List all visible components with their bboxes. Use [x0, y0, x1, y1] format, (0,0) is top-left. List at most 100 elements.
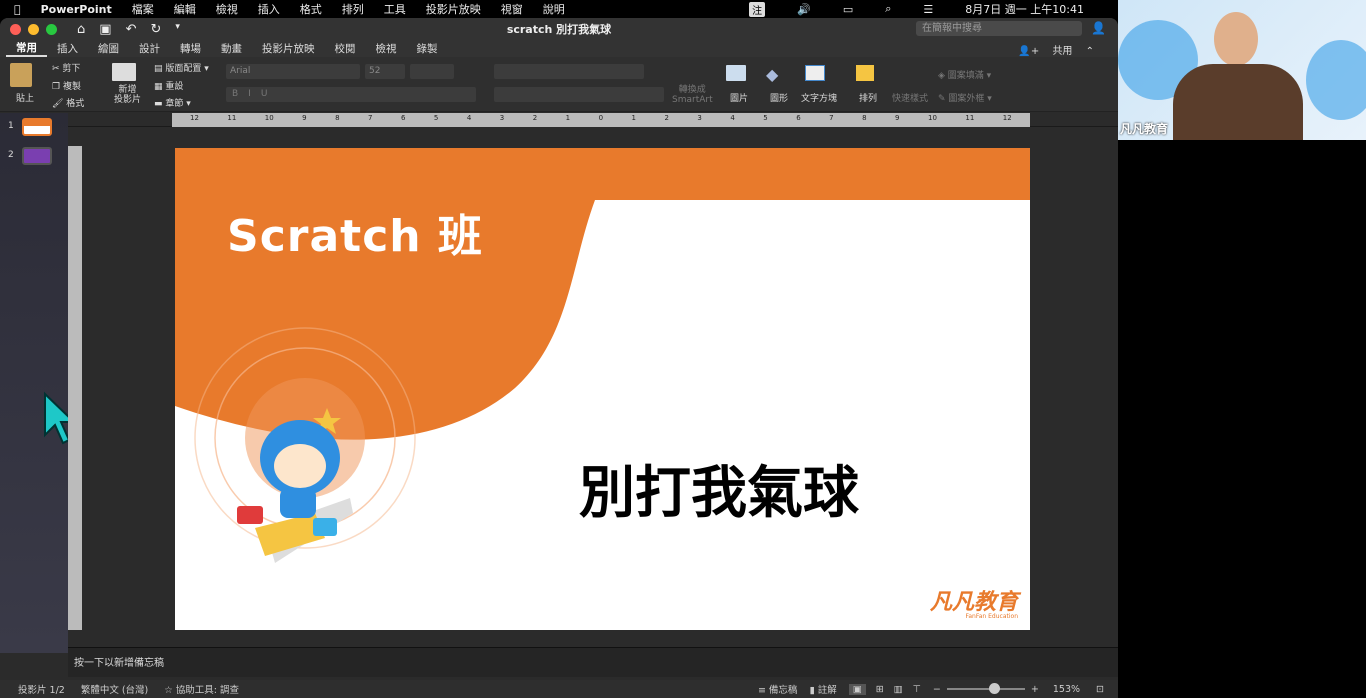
notes-button[interactable]: ≡ 備忘稿	[758, 682, 798, 696]
zoom-slider-knob[interactable]	[988, 683, 1000, 694]
vertical-ruler[interactable]	[68, 146, 82, 630]
slide-thumbnail-2[interactable]	[22, 147, 52, 165]
section-button[interactable]: ▬ 章節 ▾	[154, 96, 191, 109]
picture-icon[interactable]	[726, 65, 746, 81]
apple-icon[interactable]: 	[14, 3, 21, 16]
status-bar: 投影片 1/2 繁體中文 (台灣) ☆ 協助工具: 調查 ≡ 備忘稿 ▮ 註解 …	[0, 680, 1118, 698]
font-style-buttons[interactable]: BIU	[226, 87, 476, 102]
menu-help[interactable]: 說明	[543, 1, 565, 17]
new-slide-icon[interactable]	[112, 63, 136, 81]
paste-button[interactable]: 貼上	[16, 91, 34, 104]
quick-styles-button[interactable]: 快速樣式	[892, 91, 928, 104]
ruler-label: 2	[532, 114, 538, 122]
save-icon[interactable]: ▣	[99, 22, 111, 37]
spotlight-icon[interactable]: ⌕	[885, 2, 891, 16]
menu-arrange[interactable]: 排列	[342, 1, 364, 17]
slide-thumbnail-1[interactable]	[22, 118, 52, 136]
ruler-label: 7	[829, 114, 834, 122]
menu-format[interactable]: 格式	[300, 1, 322, 17]
redo-icon[interactable]: ↻	[150, 22, 161, 37]
picture-button[interactable]: 圖片	[730, 91, 748, 104]
paragraph-buttons[interactable]	[494, 64, 644, 79]
language-indicator[interactable]: 繁體中文 (台灣)	[81, 682, 148, 696]
zoom-out-button[interactable]: −	[933, 684, 941, 695]
share-label: 共用	[1052, 46, 1073, 57]
menu-edit[interactable]: 編輯	[174, 1, 196, 17]
copy-button[interactable]: ❐ 複製	[52, 79, 81, 92]
normal-view-button[interactable]: ▣	[848, 683, 866, 695]
reading-view-button[interactable]: ▥	[894, 684, 903, 695]
alignment-buttons[interactable]	[494, 87, 664, 102]
slide-heading[interactable]: Scratch 班	[227, 200, 483, 264]
accessibility-button[interactable]: ☆ 協助工具: 調查	[164, 682, 239, 696]
tab-design[interactable]: 設計	[129, 41, 170, 56]
ruler-label: 11	[965, 114, 975, 122]
slide-number: 1	[8, 121, 14, 131]
arrange-button[interactable]: 排列	[859, 91, 877, 104]
account-icon[interactable]: 👤	[1091, 21, 1106, 35]
textbox-button[interactable]: 文字方塊	[801, 91, 837, 104]
home-icon[interactable]: ⌂	[77, 22, 85, 37]
fanfan-logo: 凡凡教育 FanFan Education	[929, 590, 1018, 620]
close-button[interactable]	[10, 23, 21, 35]
menu-bar:  PowerPoint 檔案 編輯 檢視 插入 格式 排列 工具 投影片放映 …	[0, 0, 1118, 18]
ruler-label: 10	[264, 114, 274, 122]
comments-button[interactable]: ▮ 註解	[809, 682, 836, 696]
volume-icon[interactable]: 🔊	[797, 3, 811, 16]
zoom-button[interactable]	[46, 23, 57, 35]
format-painter-button[interactable]: 🖌 格式	[52, 96, 84, 109]
font-size-select[interactable]: 52	[365, 64, 405, 79]
font-name-select[interactable]: Arial	[226, 64, 360, 79]
smartart-button[interactable]: 轉換成 SmartArt	[672, 85, 713, 105]
menu-app[interactable]: PowerPoint	[41, 3, 112, 16]
new-slide-button[interactable]: 新增 投影片	[114, 85, 141, 105]
zoom-level[interactable]: 153%	[1053, 684, 1080, 695]
slide-title[interactable]: 別打我氣球	[579, 448, 859, 529]
tab-view[interactable]: 檢視	[366, 41, 407, 56]
tab-record[interactable]: 錄製	[407, 41, 448, 56]
cut-button[interactable]: ✂ 剪下	[52, 61, 80, 74]
clock[interactable]: 8月7日 週一 上午10:41	[965, 1, 1084, 17]
slide-canvas[interactable]: Scratch 班 別打我氣球 凡凡教育 FanFan Education	[175, 148, 1030, 630]
layout-button[interactable]: ▤ 版面配置 ▾	[154, 61, 209, 74]
tab-animations[interactable]: 動畫	[211, 41, 252, 56]
reset-button[interactable]: ▦ 重設	[154, 79, 183, 92]
shape-button[interactable]: 圖形	[770, 91, 788, 104]
search-input[interactable]: 在簡報中搜尋	[916, 21, 1082, 36]
menu-slideshow[interactable]: 投影片放映	[426, 1, 481, 17]
tab-review[interactable]: 校閱	[325, 41, 366, 56]
shape-icon[interactable]: ◆	[766, 65, 778, 84]
ime-indicator[interactable]: 注	[749, 1, 766, 17]
zoom-in-button[interactable]: +	[1031, 684, 1039, 695]
undo-icon[interactable]: ↶	[126, 22, 137, 37]
menu-file[interactable]: 檔案	[132, 1, 154, 17]
fit-slide-button[interactable]: ⊡	[1096, 684, 1104, 695]
tab-draw[interactable]: 繪圖	[88, 41, 129, 56]
slide-sorter-button[interactable]: ⊞	[876, 684, 884, 695]
tab-insert[interactable]: 插入	[47, 41, 88, 56]
share-button[interactable]: 👤+ 共用 ⌃	[1008, 42, 1104, 57]
menu-view[interactable]: 檢視	[216, 1, 238, 17]
notes-pane[interactable]: 按一下以新增備忘稿	[68, 647, 1118, 677]
tab-home[interactable]: 常用	[6, 40, 47, 57]
notes-label: 備忘稿	[768, 685, 798, 696]
tab-slideshow[interactable]: 投影片放映	[252, 41, 325, 56]
font-size-buttons[interactable]	[410, 64, 454, 79]
paste-icon[interactable]	[10, 63, 32, 87]
shape-fill-button[interactable]: ◈ 圖案填滿 ▾	[938, 68, 991, 81]
zoom-slider[interactable]	[946, 683, 1025, 694]
menu-insert[interactable]: 插入	[258, 1, 280, 17]
control-center-icon[interactable]: ☰	[923, 3, 933, 16]
textbox-icon[interactable]	[805, 65, 825, 81]
horizontal-ruler[interactable]: 12 11 10 9 8 7 6 5 4 3 2 1 0 1 2 3 4 5 6 7 8 9 10 11 12	[172, 113, 1030, 127]
ruler-label: 5	[763, 114, 768, 122]
arrange-icon[interactable]	[856, 65, 874, 81]
menu-tools[interactable]: 工具	[384, 1, 406, 17]
battery-icon[interactable]: ▭	[843, 3, 853, 16]
shape-outline-button[interactable]: ✎ 圖案外框 ▾	[938, 91, 992, 104]
customize-icon[interactable]: ▾	[175, 22, 180, 37]
tab-transitions[interactable]: 轉場	[170, 41, 211, 56]
menu-window[interactable]: 視窗	[501, 1, 523, 17]
slideshow-button[interactable]: ⊤	[913, 684, 921, 695]
minimize-button[interactable]	[28, 23, 39, 35]
